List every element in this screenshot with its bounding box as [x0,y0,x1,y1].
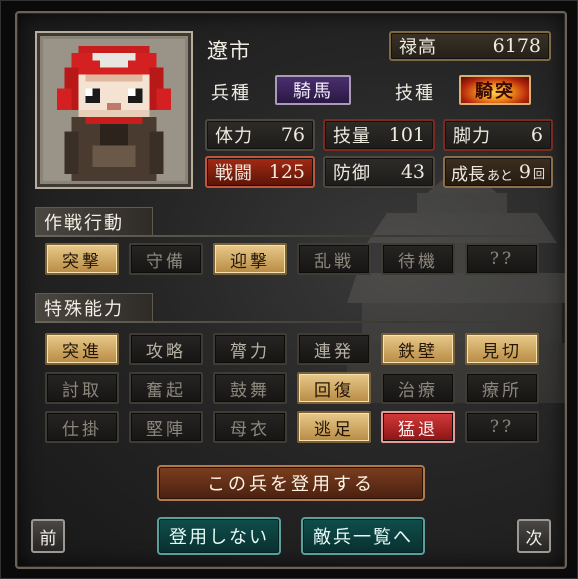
abilities-section-title: 特殊能力 [35,293,153,323]
troop-type-label: 兵種 [211,83,251,104]
stat-growth: 成長 あと 9 回 [443,156,553,188]
unit-detail-panel: 遼市 禄高 6178 兵種 騎馬 技種 騎突 体力 76 技量 101 脚力 6… [15,11,567,569]
ability-chip[interactable]: 攻略 [129,333,203,365]
stat-hp-label: 体力 [215,126,253,147]
ability-chip[interactable]: 堅陣 [129,411,203,443]
recruit-button[interactable]: この兵を登用する [157,465,425,501]
castle-background-icon [347,163,565,403]
tactic-chip[interactable]: 突撃 [45,243,119,275]
ability-chip[interactable]: 見切 [465,333,539,365]
ability-chip[interactable]: 鉄壁 [381,333,455,365]
stat-defense: 防御 43 [323,156,435,188]
stipend-value: 6178 [492,35,541,57]
tactics-section-title: 作戦行動 [35,207,153,237]
ability-chip[interactable]: 回復 [297,372,371,404]
enemy-list-button[interactable]: 敵兵一覧へ [301,517,425,555]
ability-chip[interactable]: 猛退 [381,411,455,443]
stat-growth-value: 9 [518,161,531,183]
next-button[interactable]: 次 [517,519,551,553]
stat-defense-label: 防御 [333,163,371,184]
tactic-chip[interactable]: 乱戦 [297,243,371,275]
stat-hp: 体力 76 [205,119,315,151]
ability-chip[interactable]: 母衣 [213,411,287,443]
portrait-frame [35,31,193,189]
ability-chip[interactable]: 逃足 [297,411,371,443]
stat-growth-label-group: 成長 あと [451,160,513,185]
skill-type-label: 技種 [395,83,435,104]
tactic-chip[interactable]: 待機 [381,243,455,275]
ability-chip[interactable]: 鼓舞 [213,372,287,404]
ability-chip[interactable]: 仕掛 [45,411,119,443]
ability-chip[interactable]: 治療 [381,372,455,404]
ability-chip[interactable]: 突進 [45,333,119,365]
stat-growth-suffix: あと [487,168,514,184]
game-window: 遼市 禄高 6178 兵種 騎馬 技種 騎突 体力 76 技量 101 脚力 6… [0,0,578,579]
stat-hp-value: 76 [280,124,305,146]
tactics-section-divider [35,235,551,237]
troop-type-badge: 騎馬 [275,75,351,105]
unit-name: 遼市 [207,39,251,63]
skill-type-badge: 騎突 [459,75,531,105]
pixel-warrior-portrait-icon [43,39,185,181]
prev-button[interactable]: 前 [31,519,65,553]
stat-skill: 技量 101 [323,119,435,151]
stat-legs-value: 6 [530,124,543,146]
ability-chip[interactable]: 膂力 [213,333,287,365]
stat-combat-label: 戦闘 [215,163,253,184]
stat-growth-value-group: 9 回 [519,161,545,183]
stat-defense-value: 43 [400,161,425,183]
not-recruit-button[interactable]: 登用しない [157,517,281,555]
tactic-chip[interactable]: 迎撃 [213,243,287,275]
tactic-chip[interactable]: ?? [465,243,539,275]
stat-growth-label: 成長 [451,164,485,185]
ability-chip[interactable]: ?? [465,411,539,443]
stipend-label: 禄高 [399,37,437,58]
ability-chip[interactable]: 奮起 [129,372,203,404]
tactic-chip[interactable]: 守備 [129,243,203,275]
stat-combat-value: 125 [268,161,305,183]
stat-combat: 戦闘 125 [205,156,315,188]
ability-chip[interactable]: 療所 [465,372,539,404]
stat-legs: 脚力 6 [443,119,553,151]
stat-growth-unit: 回 [532,167,545,181]
abilities-section-divider [35,321,551,323]
stat-skill-label: 技量 [333,126,371,147]
ability-chip[interactable]: 討取 [45,372,119,404]
stat-skill-value: 101 [388,124,425,146]
stipend-cell: 禄高 6178 [389,31,551,61]
ability-chip[interactable]: 連発 [297,333,371,365]
stat-legs-label: 脚力 [453,126,491,147]
